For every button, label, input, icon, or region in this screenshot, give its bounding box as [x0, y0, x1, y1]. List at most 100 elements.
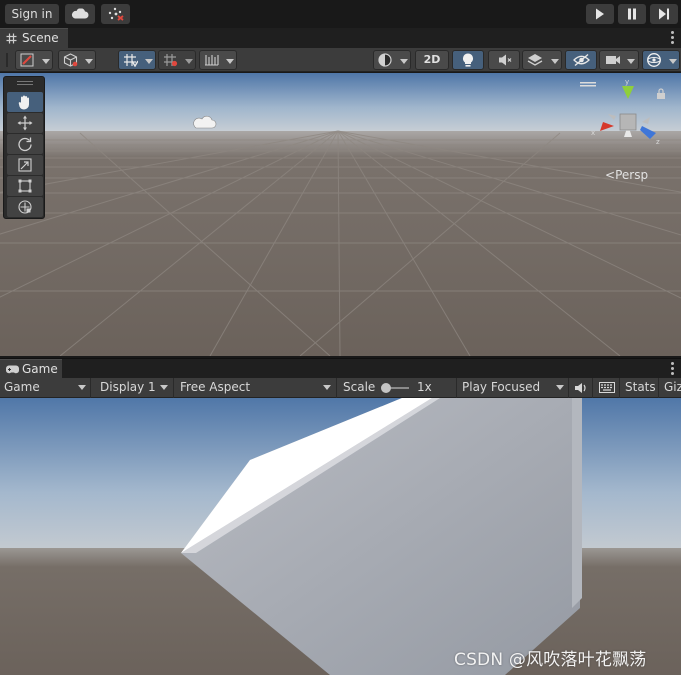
gizmos-label: Gizmos — [664, 380, 681, 394]
grid-snap-icon — [124, 54, 138, 67]
game-view-select-value: Game — [4, 380, 40, 394]
2d-toggle[interactable]: 2D — [415, 50, 449, 70]
game-tab-bar: Game — [0, 358, 681, 379]
gizmo-icon — [647, 53, 661, 67]
collab-icon — [108, 7, 124, 21]
tool-hand[interactable] — [7, 92, 43, 112]
scale-slider-thumb[interactable] — [381, 383, 391, 393]
game-viewport — [0, 398, 681, 675]
draw-mode-dropdown[interactable] — [15, 50, 53, 70]
tab-scene[interactable]: Scene — [0, 28, 68, 48]
watermark: CSDN @风吹落叶花飘荡 — [454, 650, 647, 670]
game-more-icon[interactable] — [671, 362, 675, 377]
rotate-icon — [18, 137, 32, 152]
tool-rect[interactable] — [7, 176, 43, 196]
transform-icon — [18, 200, 32, 214]
ruler-icon — [205, 55, 219, 66]
lighting-toggle[interactable] — [452, 50, 484, 70]
play-icon — [596, 8, 604, 20]
palette-grip — [17, 81, 33, 82]
rect-icon — [18, 179, 32, 193]
tool-transform[interactable] — [7, 197, 43, 217]
game-view-select[interactable]: Game — [0, 378, 91, 398]
tool-rotate[interactable] — [7, 134, 43, 154]
persp-label: Persp — [615, 168, 649, 182]
pause-button[interactable] — [618, 4, 646, 24]
camera-dropdown[interactable] — [599, 50, 639, 70]
tool-palette — [3, 76, 45, 219]
aspect-select-value: Free Aspect — [180, 380, 251, 394]
scale-icon — [18, 158, 32, 172]
tab-game[interactable]: Game — [0, 359, 62, 379]
shading-dropdown[interactable] — [58, 50, 96, 70]
grid-icon — [164, 54, 178, 67]
stats-label: Stats — [625, 380, 656, 394]
camera-icon — [606, 56, 620, 64]
play-button[interactable] — [586, 4, 614, 24]
scene-toolbar: 2D — [0, 48, 681, 72]
effects-dropdown[interactable] — [522, 50, 562, 70]
cloud-button[interactable] — [65, 4, 95, 24]
collab-button[interactable] — [101, 4, 130, 24]
scene-viewport: x y z — [0, 73, 681, 356]
audio-mute-icon — [499, 54, 512, 66]
grid-snap-toggle[interactable] — [118, 50, 156, 70]
cube-icon — [63, 53, 78, 67]
increment-snap-dropdown[interactable] — [199, 50, 237, 70]
scale-control: Scale 1x — [339, 378, 457, 398]
mute-audio-toggle[interactable] — [569, 378, 593, 398]
chevron-down-icon — [556, 385, 564, 390]
scale-label: Scale — [343, 380, 376, 394]
gamepad-icon — [6, 365, 19, 374]
pause-icon — [628, 8, 636, 20]
play-mode-select[interactable]: Play Focused — [458, 378, 569, 398]
chevron-down-icon — [160, 385, 168, 390]
visibility-toggle[interactable] — [565, 50, 597, 70]
toolbar-grip — [6, 53, 8, 67]
scene-tab-bar: Scene — [0, 28, 681, 48]
hash-icon — [6, 33, 17, 44]
sign-in-label: Sign in — [11, 7, 53, 21]
game-view[interactable] — [0, 398, 681, 675]
grid-dropdown[interactable] — [158, 50, 196, 70]
gizmos-dropdown[interactable] — [642, 50, 680, 70]
chevron-down-icon — [78, 385, 86, 390]
scene-more-icon[interactable] — [671, 31, 675, 46]
app-toolbar: Sign in — [0, 0, 681, 28]
game-tab-label: Game — [22, 362, 58, 376]
scale-value: 1x — [417, 380, 432, 394]
gizmo-y-label: y — [625, 78, 629, 86]
eye-slash-icon — [573, 53, 590, 67]
speaker-icon — [575, 383, 586, 393]
projection-toggle[interactable]: <Persp — [605, 168, 648, 182]
tool-scale[interactable] — [7, 155, 43, 175]
stats-toggle[interactable]: Stats — [621, 378, 659, 398]
scene-tab-label: Scene — [22, 31, 59, 45]
step-icon — [659, 8, 669, 20]
cloud-icon — [71, 8, 89, 19]
tool-move[interactable] — [7, 113, 43, 133]
render-mode-dropdown[interactable] — [373, 50, 411, 70]
move-icon — [17, 115, 33, 131]
hand-icon — [18, 95, 29, 110]
layers-icon — [527, 54, 543, 66]
gizmos-toggle[interactable]: Gizmos — [660, 378, 681, 398]
game-toolbar: Game Display 1 Free Aspect Scale 1x Play… — [0, 378, 681, 398]
aspect-select[interactable]: Free Aspect — [176, 378, 337, 398]
display-select-value: Display 1 — [100, 380, 156, 394]
chevron-down-icon — [323, 385, 331, 390]
keyboard-shortcuts-toggle[interactable] — [594, 378, 620, 398]
persp-arrow-icon: < — [605, 168, 616, 182]
play-mode-select-value: Play Focused — [462, 380, 541, 394]
scene-view[interactable]: x y z <Persp — [0, 73, 681, 356]
display-select[interactable]: Display 1 — [96, 378, 174, 398]
audio-toggle[interactable] — [488, 50, 520, 70]
sign-in-button[interactable]: Sign in — [5, 4, 59, 24]
gizmo-x-label: x — [591, 129, 595, 137]
scene-sky — [0, 73, 681, 135]
scale-slider[interactable] — [381, 383, 409, 393]
keyboard-icon — [599, 382, 615, 393]
2d-label: 2D — [423, 53, 441, 66]
step-button[interactable] — [650, 4, 678, 24]
sphere-icon — [378, 53, 392, 67]
